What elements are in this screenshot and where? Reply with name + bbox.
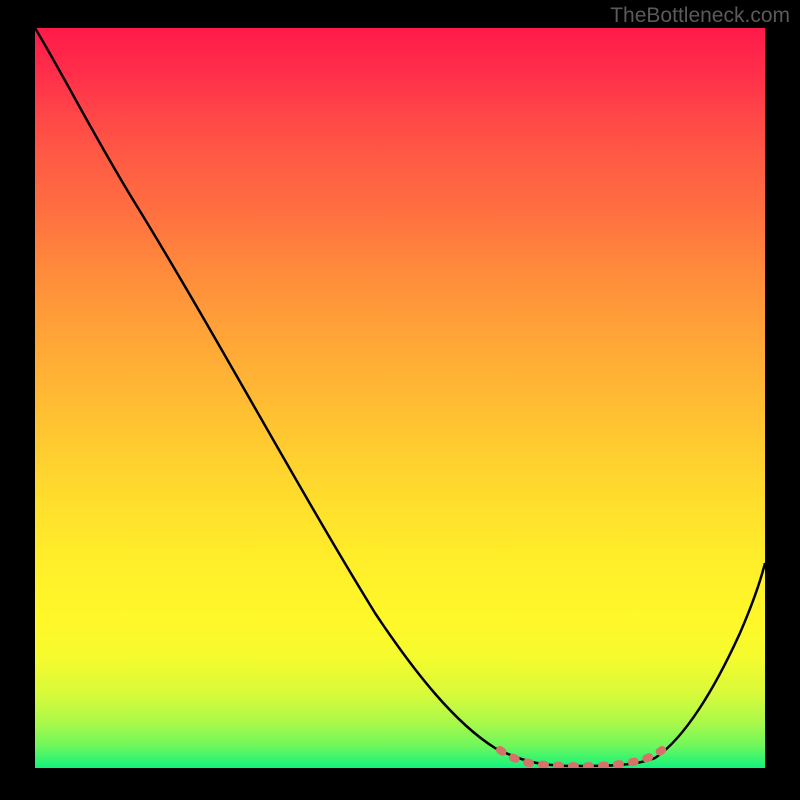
chart-plot-area — [35, 28, 765, 768]
optimal-range-marker — [500, 748, 665, 766]
watermark-text: TheBottleneck.com — [610, 4, 790, 28]
bottleneck-curve — [35, 28, 765, 766]
chart-svg — [35, 28, 765, 768]
